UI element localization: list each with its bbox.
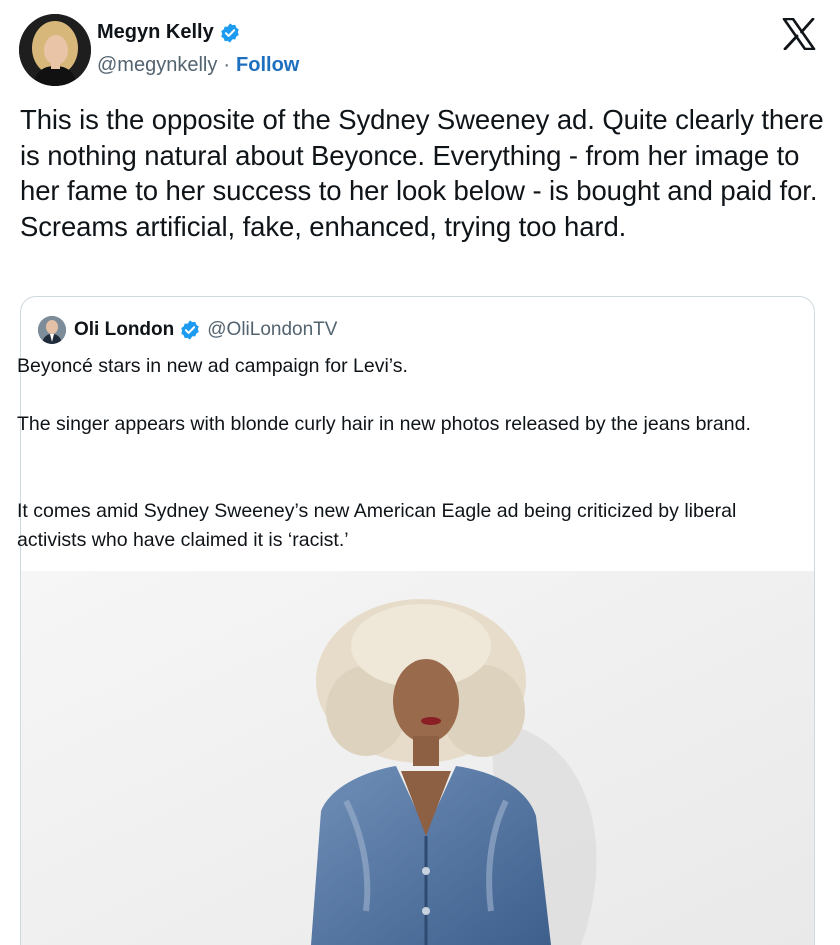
author-handle[interactable]: @megynkelly — [97, 54, 217, 77]
follow-button[interactable]: Follow — [236, 54, 299, 77]
quoted-media-photo[interactable] — [21, 571, 814, 945]
tweet-card: Megyn Kelly @megynkelly · Follow This is… — [0, 0, 840, 945]
verified-badge-icon — [179, 319, 201, 341]
x-logo-icon[interactable] — [782, 17, 816, 51]
quoted-paragraph: Beyoncé stars in new ad campaign for Lev… — [17, 355, 408, 377]
handle-separator: · — [223, 54, 231, 76]
author-name[interactable]: Megyn Kelly — [97, 21, 214, 44]
tweet-text: This is the opposite of the Sydney Sween… — [20, 104, 824, 242]
quoted-paragraph: The singer appears with blonde curly hai… — [17, 413, 751, 435]
quoted-author-handle[interactable]: @OliLondonTV — [207, 319, 337, 341]
quoted-author-avatar[interactable] — [38, 316, 66, 344]
quoted-paragraph: It comes amid Sydney Sweeney’s new Ameri… — [17, 500, 737, 551]
quoted-author-name[interactable]: Oli London — [74, 319, 174, 341]
verified-badge-icon — [219, 22, 241, 44]
author-avatar[interactable] — [19, 14, 91, 86]
